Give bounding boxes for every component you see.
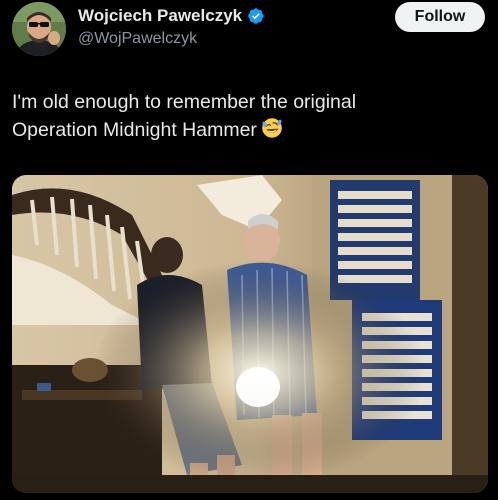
tweet-video-media[interactable] xyxy=(12,175,488,493)
avatar-image xyxy=(12,2,66,56)
author-name-row: Wojciech Pawelczyk xyxy=(78,6,265,26)
verified-badge-icon xyxy=(248,8,264,24)
avatar[interactable] xyxy=(12,2,66,56)
tweet-text-line-2: Operation Midnight Hammer xyxy=(12,116,482,144)
rolling-laughing-emoji-icon xyxy=(262,118,282,138)
tweet-text-line-1: I'm old enough to remember the original xyxy=(12,91,357,113)
video-frame-image xyxy=(12,175,488,493)
author-display-name[interactable]: Wojciech Pawelczyk xyxy=(78,6,242,26)
author-handle[interactable]: @WojPawelczyk xyxy=(78,30,197,48)
tweet-text-line-2-text: Operation Midnight Hammer xyxy=(12,119,257,141)
tweet: Wojciech Pawelczyk @WojPawelczyk Follow … xyxy=(0,0,498,500)
follow-button[interactable]: Follow xyxy=(395,2,485,32)
tweet-text: I'm old enough to remember the original … xyxy=(12,88,482,144)
